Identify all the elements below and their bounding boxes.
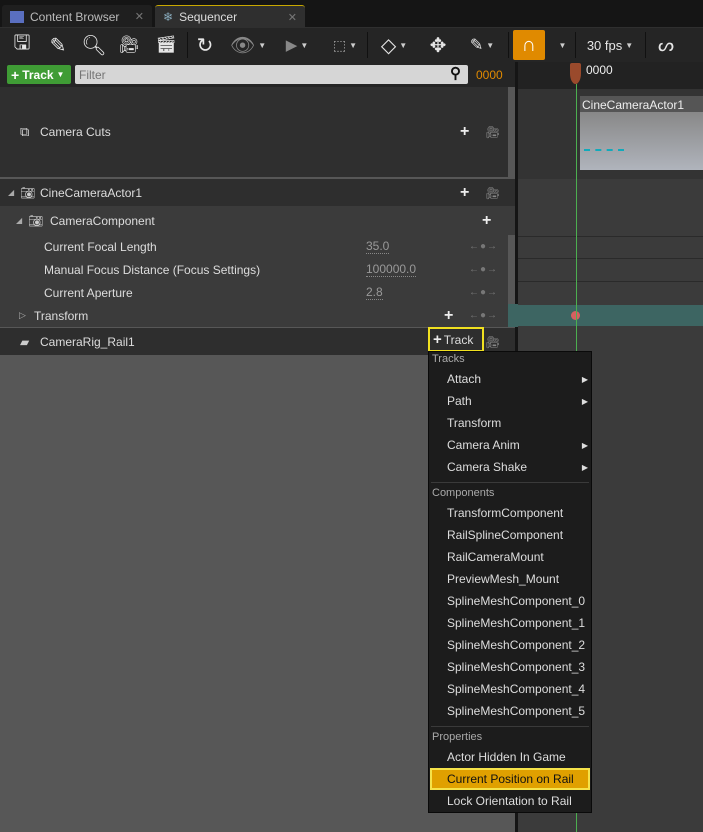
add-track-button[interactable]: + Track ▼: [7, 65, 71, 84]
snap-options-dropdown[interactable]: ▼: [552, 31, 570, 59]
camera-icon[interactable]: 🎥︎: [115, 31, 143, 59]
save-as-icon[interactable]: ✎: [44, 31, 72, 59]
property-row[interactable]: Current Aperture 2.8 ←●→: [0, 281, 515, 304]
track-camera-cuts[interactable]: ⧉ Camera Cuts + 🎥︎: [0, 87, 515, 177]
property-row[interactable]: Current Focal Length 35.0 ←●→: [0, 235, 515, 258]
expand-icon[interactable]: ◢: [16, 216, 22, 225]
rail-icon: ▰: [20, 334, 30, 349]
menu-item-component[interactable]: SplineMeshComponent_1: [430, 612, 590, 634]
track-transform[interactable]: ▷ Transform + ←●→: [0, 304, 515, 327]
camera-icon[interactable]: 🎥︎: [485, 335, 500, 349]
close-icon[interactable]: ✕: [288, 11, 297, 24]
add-icon[interactable]: +: [460, 123, 469, 141]
menu-item-actor-hidden-in-game[interactable]: Actor Hidden In Game: [430, 746, 590, 768]
sequencer-icon: ❄: [163, 10, 174, 24]
submenu-arrow-icon: ▶: [581, 374, 588, 384]
rail-add-track-button[interactable]: + Track: [428, 327, 484, 352]
add-icon[interactable]: +: [444, 307, 453, 325]
toolbar: 🖫 ✎ 🔍︎ 🎥︎ 🎬︎ ↻ 👁︎ ▼ ▶ ▼ ⬚ ▼ ◇ ▼ ✥ ✎ ▼ ∩ ▼ 30 …: [0, 28, 703, 62]
add-icon[interactable]: +: [482, 212, 491, 230]
add-track-menu: Tracks Attach ▶ Path ▶ Transform Camera An…: [428, 351, 592, 813]
property-row[interactable]: Manual Focus Distance (Focus Settings) 1…: [0, 258, 515, 281]
camera-actor-icon: 📷︎: [20, 185, 36, 200]
key-icon[interactable]: ◇ ▼: [374, 31, 414, 59]
submenu-arrow-icon: ▶: [581, 396, 588, 406]
close-icon[interactable]: ✕: [135, 10, 144, 23]
tab-sequencer[interactable]: ❄ Sequencer ✕: [155, 5, 305, 28]
add-icon[interactable]: +: [460, 184, 469, 202]
menu-item-path[interactable]: Path ▶: [430, 390, 590, 412]
content-browser-icon: [10, 10, 24, 23]
property-value[interactable]: 35.0: [366, 239, 390, 254]
menu-item-component[interactable]: SplineMeshComponent_4: [430, 678, 590, 700]
transform-track-bar[interactable]: [518, 305, 703, 326]
filter-input[interactable]: [75, 65, 468, 84]
menu-item-camera-shake[interactable]: Camera Shake ▶: [430, 456, 590, 478]
key-navigation-icon[interactable]: ←●→: [469, 241, 498, 252]
play-icon[interactable]: ▶ ▼: [280, 31, 314, 59]
keys-icon[interactable]: ✥: [424, 31, 452, 59]
search-icon[interactable]: 🔍︎: [80, 31, 108, 59]
camera-cuts-icon: ⧉: [20, 124, 30, 139]
clapboard-icon[interactable]: 🎬︎: [152, 31, 180, 59]
menu-item-component[interactable]: SplineMeshComponent_5: [430, 700, 590, 722]
key-navigation-icon[interactable]: ←●→: [469, 287, 498, 298]
menu-item-component[interactable]: SplineMeshComponent_3: [430, 656, 590, 678]
pencil-icon[interactable]: ✎ ▼: [462, 31, 502, 59]
selection-icon[interactable]: ⬚ ▼: [328, 31, 362, 59]
current-frame-readout: 0000: [476, 68, 503, 82]
curve-editor-icon[interactable]: ᔕ: [652, 31, 680, 59]
save-icon[interactable]: 🖫: [8, 31, 36, 59]
clip-thumbnail: [580, 112, 703, 170]
fps-dropdown[interactable]: 30 fps ▼: [580, 31, 640, 59]
snap-magnet-icon[interactable]: ∩: [513, 30, 545, 60]
track-cine-camera-actor[interactable]: ◢ 📷︎ CineCameraActor1 + 🎥︎: [0, 179, 515, 206]
menu-item-camera-anim[interactable]: Camera Anim ▶: [430, 434, 590, 456]
menu-item-component[interactable]: SplineMeshComponent_0: [430, 590, 590, 612]
expand-icon[interactable]: ◢: [8, 188, 14, 197]
camera-component-icon: 📷︎: [28, 213, 44, 228]
menu-item-component[interactable]: TransformComponent: [430, 502, 590, 524]
menu-item-transform[interactable]: Transform: [430, 412, 590, 434]
eye-icon[interactable]: 👁︎ ▼: [228, 31, 268, 59]
submenu-arrow-icon: ▶: [581, 440, 588, 450]
tab-content-browser[interactable]: Content Browser ✕: [2, 5, 152, 28]
menu-item-component[interactable]: RailCameraMount: [430, 546, 590, 568]
camera-cut-clip[interactable]: CineCameraActor1: [580, 96, 703, 170]
plus-icon: +: [433, 331, 442, 348]
camera-icon[interactable]: 🎥︎: [485, 186, 500, 200]
key-navigation-icon[interactable]: ←●→: [469, 310, 498, 321]
playhead-handle[interactable]: [570, 63, 581, 84]
menu-item-lock-orientation-to-rail[interactable]: Lock Orientation to Rail: [430, 790, 590, 812]
search-icon[interactable]: ⚲: [450, 64, 461, 82]
key-navigation-icon[interactable]: ←●→: [469, 264, 498, 275]
property-value[interactable]: 100000.0: [366, 262, 417, 277]
menu-item-component[interactable]: RailSplineComponent: [430, 524, 590, 546]
menu-item-component[interactable]: SplineMeshComponent_2: [430, 634, 590, 656]
property-value[interactable]: 2.8: [366, 285, 383, 300]
menu-item-component[interactable]: PreviewMesh_Mount: [430, 568, 590, 590]
refresh-icon[interactable]: ↻: [192, 31, 218, 59]
collapse-icon[interactable]: ▷: [19, 310, 26, 321]
submenu-arrow-icon: ▶: [581, 462, 588, 472]
track-camera-component[interactable]: ◢ 📷︎ CameraComponent +: [0, 206, 515, 235]
camera-icon[interactable]: 🎥︎: [485, 125, 500, 139]
plus-icon: +: [11, 66, 20, 83]
menu-item-current-position-on-rail[interactable]: Current Position on Rail: [430, 768, 590, 790]
menu-item-attach[interactable]: Attach ▶: [430, 368, 590, 390]
